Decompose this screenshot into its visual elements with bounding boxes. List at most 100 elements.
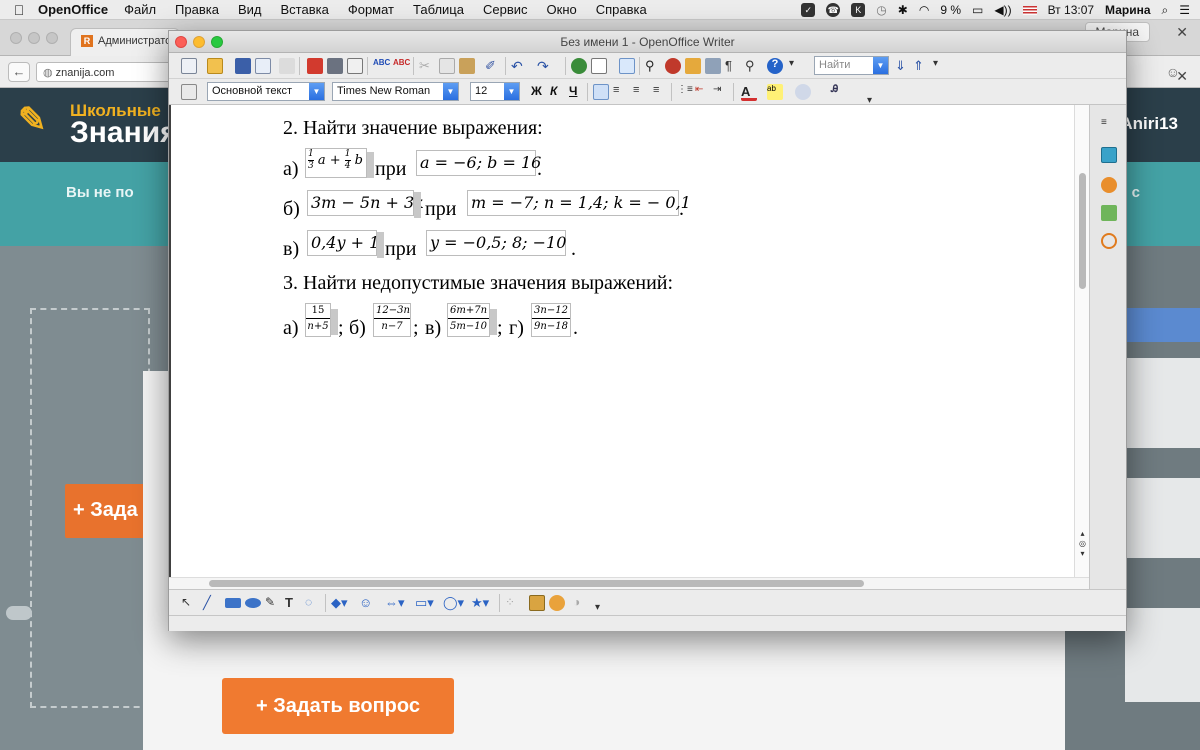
export-pdf-icon[interactable] bbox=[307, 58, 323, 74]
select-arrow-icon[interactable]: ↖ bbox=[181, 595, 197, 611]
line-icon[interactable]: ╱ bbox=[203, 595, 219, 611]
spellcheck-icon[interactable]: ABC bbox=[373, 58, 390, 74]
menu-file[interactable]: Файл bbox=[124, 2, 156, 17]
basic-shapes-icon[interactable]: ◆▾ bbox=[331, 595, 348, 611]
justify-icon[interactable]: ≡ bbox=[653, 84, 669, 100]
apple-menu-icon[interactable]:  bbox=[0, 2, 38, 18]
table-icon[interactable] bbox=[591, 58, 607, 74]
data-sources-icon[interactable] bbox=[705, 58, 721, 74]
clock[interactable]: Вт 13:07 bbox=[1048, 3, 1094, 17]
browser-zoom-dot[interactable] bbox=[46, 32, 58, 44]
undo-icon[interactable]: ↶ bbox=[511, 58, 527, 74]
cut-icon[interactable]: ✂ bbox=[419, 58, 435, 74]
ask-question-button[interactable]: + Задать вопрос bbox=[222, 678, 454, 734]
fraction-g[interactable]: 3n−12 9n−18 bbox=[531, 303, 571, 337]
fraction-v[interactable]: 6m+7n 5m−10 bbox=[447, 303, 490, 337]
clone-formatting-icon[interactable]: ✐ bbox=[485, 58, 501, 74]
print-preview-icon[interactable] bbox=[347, 58, 363, 74]
bold-button[interactable]: Ж bbox=[531, 84, 542, 98]
menu-tools[interactable]: Сервис bbox=[483, 2, 528, 17]
bluetooth-icon[interactable]: ✱ bbox=[898, 3, 908, 17]
horizontal-scrollbar[interactable] bbox=[169, 577, 1089, 589]
align-left-icon[interactable] bbox=[593, 84, 609, 100]
find-replace-icon[interactable]: ⚲ bbox=[645, 58, 661, 74]
menu-view[interactable]: Вид bbox=[238, 2, 262, 17]
properties-icon[interactable] bbox=[1101, 147, 1117, 163]
find-input[interactable]: Найти ▼ bbox=[814, 56, 889, 75]
points-icon[interactable]: ⁘ bbox=[505, 595, 521, 611]
viber-icon[interactable]: ☎ bbox=[826, 3, 841, 17]
formula-cond-v[interactable]: y = −0,5; 8; −10 bbox=[426, 230, 566, 256]
from-file-icon[interactable] bbox=[549, 595, 565, 611]
decrease-indent-icon[interactable]: ⇤ bbox=[695, 84, 711, 100]
site-logo-main[interactable]: Знания bbox=[70, 116, 178, 150]
chevron-down-icon[interactable]: ▼ bbox=[873, 57, 888, 74]
styles-formatting-icon[interactable] bbox=[181, 84, 197, 100]
user-name[interactable]: Марина bbox=[1105, 3, 1150, 17]
navigator-icon[interactable] bbox=[665, 58, 681, 74]
find-previous-icon[interactable]: ⇑ bbox=[913, 58, 929, 74]
symbol-shapes-icon[interactable]: ☺▾ bbox=[359, 595, 375, 625]
menu-table[interactable]: Таблица bbox=[413, 2, 464, 17]
chevron-down-icon[interactable]: ▼ bbox=[309, 83, 324, 100]
toolbar-overflow-icon[interactable]: ▾ bbox=[789, 58, 805, 74]
callouts-icon[interactable]: ◯▾ bbox=[443, 595, 464, 611]
vertical-scroll-thumb[interactable] bbox=[1079, 173, 1086, 289]
gallery-icon[interactable] bbox=[685, 58, 701, 74]
edit-file-icon[interactable] bbox=[279, 58, 295, 74]
paragraph-style-select[interactable]: Основной текст ▼ bbox=[207, 82, 325, 101]
new-document-icon[interactable] bbox=[181, 58, 197, 74]
menu-insert[interactable]: Вставка bbox=[281, 2, 329, 17]
formula-expr-b[interactable]: 3m − 5n + 3k bbox=[307, 190, 424, 216]
close-icon[interactable]: ✕ bbox=[1176, 24, 1188, 41]
document-text[interactable]: 2. Найти значение выражения: а) 13 a + 1… bbox=[283, 117, 1063, 347]
background-color-icon[interactable] bbox=[795, 84, 811, 100]
browser-close-dot[interactable] bbox=[10, 32, 22, 44]
window-close-icon[interactable]: ✕ bbox=[1176, 68, 1188, 85]
battery-icon[interactable]: ▭ bbox=[972, 3, 983, 17]
text-tool-icon[interactable]: T bbox=[285, 595, 301, 611]
freeform-icon[interactable]: ✎ bbox=[265, 595, 281, 611]
increase-indent-icon[interactable]: ⇥ bbox=[713, 84, 729, 100]
browser-tab[interactable]: R Администратор bbox=[70, 28, 180, 56]
site-username[interactable]: Aniri13 bbox=[1120, 114, 1178, 134]
notification-center-icon[interactable]: ☰ bbox=[1179, 3, 1190, 17]
font-color-icon[interactable]: A bbox=[741, 84, 757, 101]
stars-icon[interactable]: ★▾ bbox=[471, 595, 489, 611]
writer-zoom-button[interactable] bbox=[211, 36, 223, 48]
url-field[interactable]: ◍ znanija.com bbox=[36, 62, 176, 82]
find-toolbar-overflow-icon[interactable]: ▾ bbox=[933, 58, 949, 74]
chevron-down-icon[interactable]: ▼ bbox=[504, 83, 519, 100]
flowchart-icon[interactable]: ▭▾ bbox=[415, 595, 434, 611]
flag-icon[interactable] bbox=[1022, 5, 1037, 15]
print-icon[interactable] bbox=[327, 58, 343, 74]
copy-icon[interactable] bbox=[439, 58, 455, 74]
volume-icon[interactable]: ◀)) bbox=[994, 3, 1011, 17]
paste-icon[interactable] bbox=[459, 58, 475, 74]
highlighting-icon[interactable]: ab bbox=[767, 84, 783, 100]
open-folder-icon[interactable] bbox=[207, 58, 223, 74]
document-page[interactable]: 2. Найти значение выражения: а) 13 a + 1… bbox=[169, 105, 1089, 579]
underline-button[interactable]: Ч bbox=[569, 84, 577, 98]
save-icon[interactable] bbox=[235, 58, 251, 74]
fraction-b[interactable]: 12−3n n−7 bbox=[373, 303, 411, 337]
search-icon[interactable]: ⌕ bbox=[1162, 3, 1169, 18]
font-name-select[interactable]: Times New Roman ▼ bbox=[332, 82, 459, 101]
sidebar-menu-icon[interactable]: ≡ bbox=[1101, 117, 1117, 133]
italic-button[interactable]: К bbox=[550, 84, 557, 98]
menu-window[interactable]: Окно bbox=[547, 2, 577, 17]
fontwork-icon[interactable] bbox=[529, 595, 545, 611]
redo-icon[interactable]: ↷ bbox=[537, 58, 553, 74]
block-arrows-icon[interactable]: ⇔▾ bbox=[385, 595, 405, 611]
ellipse-icon[interactable] bbox=[245, 598, 261, 608]
formula-cond-b[interactable]: m = −7; n = 1,4; k = − 0,1 bbox=[467, 190, 691, 216]
chevron-down-icon[interactable]: ▼ bbox=[443, 83, 458, 100]
character-icon[interactable]: Ꭿ bbox=[831, 84, 847, 100]
rectangle-icon[interactable] bbox=[225, 598, 241, 608]
vertical-scrollbar[interactable]: ▴ ◎ ▾ bbox=[1074, 105, 1089, 579]
right-column-button[interactable] bbox=[1125, 308, 1200, 342]
fraction-a[interactable]: 15 n+5 bbox=[305, 303, 331, 337]
styles-icon[interactable] bbox=[1101, 177, 1117, 193]
extrusion-icon[interactable]: ◑ bbox=[573, 595, 589, 611]
formula-expr-v[interactable]: 0,4y + 1 bbox=[307, 230, 379, 256]
